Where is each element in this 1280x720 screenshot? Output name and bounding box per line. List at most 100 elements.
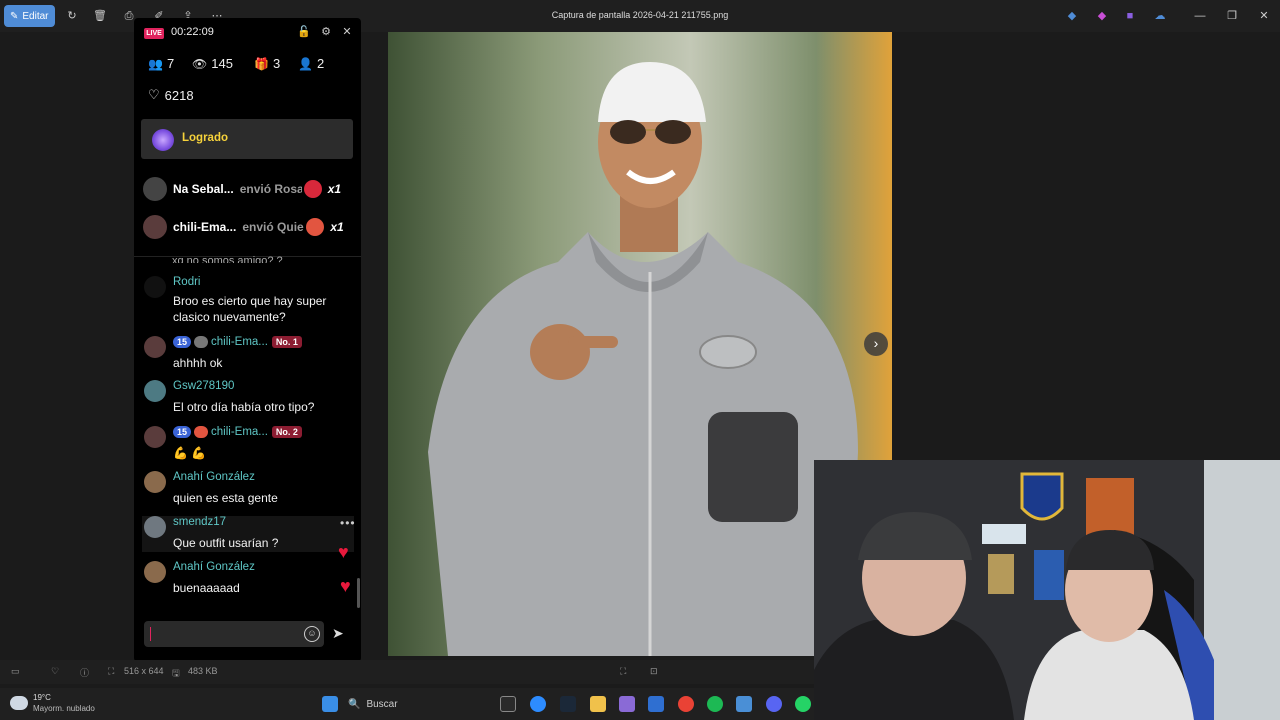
- more-options-icon[interactable]: •••: [340, 516, 356, 530]
- chat-message[interactable]: 15 chili-Ema... No. 1 ahhhh ok: [142, 336, 354, 372]
- fan-badge-icon: [194, 336, 209, 348]
- stat-gifts: 🎁 3: [254, 56, 280, 71]
- heart-icon: ♡: [148, 87, 160, 102]
- minimize-icon[interactable]: —: [1192, 8, 1208, 24]
- send-icon[interactable]: ➤: [332, 625, 344, 642]
- next-image-button[interactable]: ›: [864, 332, 888, 356]
- webcam-illustration: [814, 460, 1280, 720]
- chat-message[interactable]: smendz17 ••• Que outfit usarían ? ♥: [142, 516, 356, 562]
- task-view-icon[interactable]: [500, 696, 516, 712]
- heart-icon: ♥: [340, 576, 351, 596]
- avatar: [144, 516, 166, 538]
- chat-message[interactable]: Anahí González quien es esta gente: [142, 471, 354, 507]
- gift-count: x1: [327, 182, 342, 196]
- live-badge: LIVE: [144, 28, 164, 39]
- level-badge: 15: [173, 426, 192, 438]
- gift-count: x1: [330, 220, 344, 234]
- stat-likes: ♡ 6218: [148, 87, 194, 103]
- level-badge: 15: [173, 336, 192, 348]
- discord-icon[interactable]: [766, 696, 782, 712]
- stat-views-value: 145: [211, 56, 233, 71]
- chat-text: Broo es cierto que hay super clasico nue…: [173, 294, 327, 324]
- edit-button[interactable]: ✎ Editar: [4, 5, 55, 27]
- info-icon[interactable]: ⓘ: [80, 666, 89, 679]
- avatar: [143, 215, 167, 239]
- file-explorer-icon[interactable]: [590, 696, 606, 712]
- gift-action: envió Quiero: [242, 220, 304, 234]
- goal-label: Logrado: [182, 132, 228, 144]
- chat-text: 💪 💪: [173, 446, 207, 460]
- photos-icon[interactable]: [736, 696, 752, 712]
- gift-icon: 🎁: [254, 56, 269, 71]
- filmstrip-icon[interactable]: ▭: [11, 666, 20, 677]
- scrollbar[interactable]: [357, 578, 360, 608]
- close-icon[interactable]: ✕: [340, 25, 354, 39]
- chat-text: quien es esta gente: [173, 491, 278, 505]
- chat-username-row: 15 chili-Ema... No. 1: [173, 336, 302, 348]
- actual-size-icon[interactable]: ⊡: [650, 666, 658, 677]
- gift-user: Na Sebal...: [173, 182, 234, 196]
- person-add-icon: 👤: [298, 56, 313, 71]
- steam-icon[interactable]: [560, 696, 576, 712]
- goal-badge-icon: [152, 129, 174, 151]
- lock-icon[interactable]: 🔓: [297, 25, 311, 39]
- weather-icon[interactable]: [10, 696, 28, 710]
- stat-views: 👁 145: [192, 56, 233, 71]
- rank-badge: No. 2: [271, 426, 302, 438]
- people-icon: 👥: [148, 56, 163, 71]
- dimensions-icon: ⛶: [108, 666, 115, 676]
- chat-text: buenaaaaad: [173, 581, 240, 595]
- live-timer: 00:22:09: [171, 26, 214, 38]
- live-panel: LIVE 00:22:09 🔓 ⚙ ✕ 👥 7 👁 145 🎁 3 👤 2 ♡ …: [134, 18, 361, 662]
- avatar: [144, 426, 166, 448]
- chat-message[interactable]: Anahí González buenaaaaad ♥: [142, 561, 354, 597]
- avatar: [144, 561, 166, 583]
- maximize-icon[interactable]: ❐: [1224, 8, 1240, 24]
- windows-start-icon[interactable]: [322, 696, 338, 712]
- app-icon-1[interactable]: ◆: [1064, 8, 1080, 24]
- chat-username: Gsw278190: [173, 380, 235, 392]
- chat-username: Rodri: [173, 276, 201, 288]
- webcam-overlay: [814, 460, 1280, 720]
- chat-input[interactable]: ☺: [144, 621, 324, 647]
- cloud-icon[interactable]: ☁: [1152, 8, 1168, 24]
- chat-message[interactable]: Gsw278190 El otro día había otro tipo?: [142, 380, 354, 416]
- favorite-icon[interactable]: ♡: [51, 666, 59, 677]
- weather-temperature[interactable]: 19°C: [33, 693, 51, 702]
- app-icon-2[interactable]: ◆: [1094, 8, 1110, 24]
- goal-banner[interactable]: Logrado: [141, 119, 353, 159]
- chat-message[interactable]: Rodri Broo es cierto que hay super clasi…: [142, 276, 354, 326]
- chat-message[interactable]: 15 chili-Ema... No. 2 💪 💪: [142, 426, 354, 462]
- stat-likes-value: 6218: [164, 87, 194, 103]
- taskbar: 19°C Mayorm. nublado 🔍 Buscar: [0, 688, 814, 720]
- delete-icon[interactable]: 🗑: [92, 8, 108, 24]
- close-window-icon[interactable]: ✕: [1256, 8, 1272, 24]
- settings-icon[interactable]: ⚙: [319, 25, 333, 39]
- gift-emoji-icon: [306, 218, 325, 236]
- rotate-icon[interactable]: ↻: [64, 8, 80, 24]
- store-icon[interactable]: [648, 696, 664, 712]
- weather-description[interactable]: Mayorm. nublado: [33, 704, 95, 713]
- clipped-message: xq no somos amigo? ?: [172, 255, 283, 263]
- eye-icon: 👁: [192, 56, 208, 71]
- avatar: [144, 380, 166, 402]
- whatsapp-icon[interactable]: [795, 696, 811, 712]
- app-icon-3[interactable]: ■: [1122, 8, 1138, 24]
- chat-username: chili-Ema...: [211, 426, 268, 439]
- file-size-icon: 🖫: [172, 668, 180, 678]
- status-bar: ▭ ♡ ⓘ ⛶ 516 x 644 🖫 483 KB ⛶ ⊡: [0, 660, 814, 684]
- edit-label: Editar: [22, 10, 49, 22]
- gift-action: envió Rosa: [239, 182, 302, 196]
- chrome-icon[interactable]: [678, 696, 694, 712]
- copilot-icon[interactable]: [619, 696, 635, 712]
- gift-user: chili-Ema...: [173, 220, 237, 234]
- zoom-icon[interactable]: [530, 696, 546, 712]
- stat-gifts-value: 3: [272, 56, 281, 71]
- fit-icon[interactable]: ⛶: [620, 666, 626, 677]
- stat-joined: 👥 7: [148, 56, 174, 71]
- spotify-icon[interactable]: [707, 696, 723, 712]
- taskbar-search[interactable]: 🔍 Buscar: [348, 693, 398, 715]
- emoji-icon[interactable]: ☺: [304, 626, 320, 642]
- image-dimensions: 516 x 644: [124, 666, 164, 676]
- stat-followers: 👤 2: [298, 56, 324, 71]
